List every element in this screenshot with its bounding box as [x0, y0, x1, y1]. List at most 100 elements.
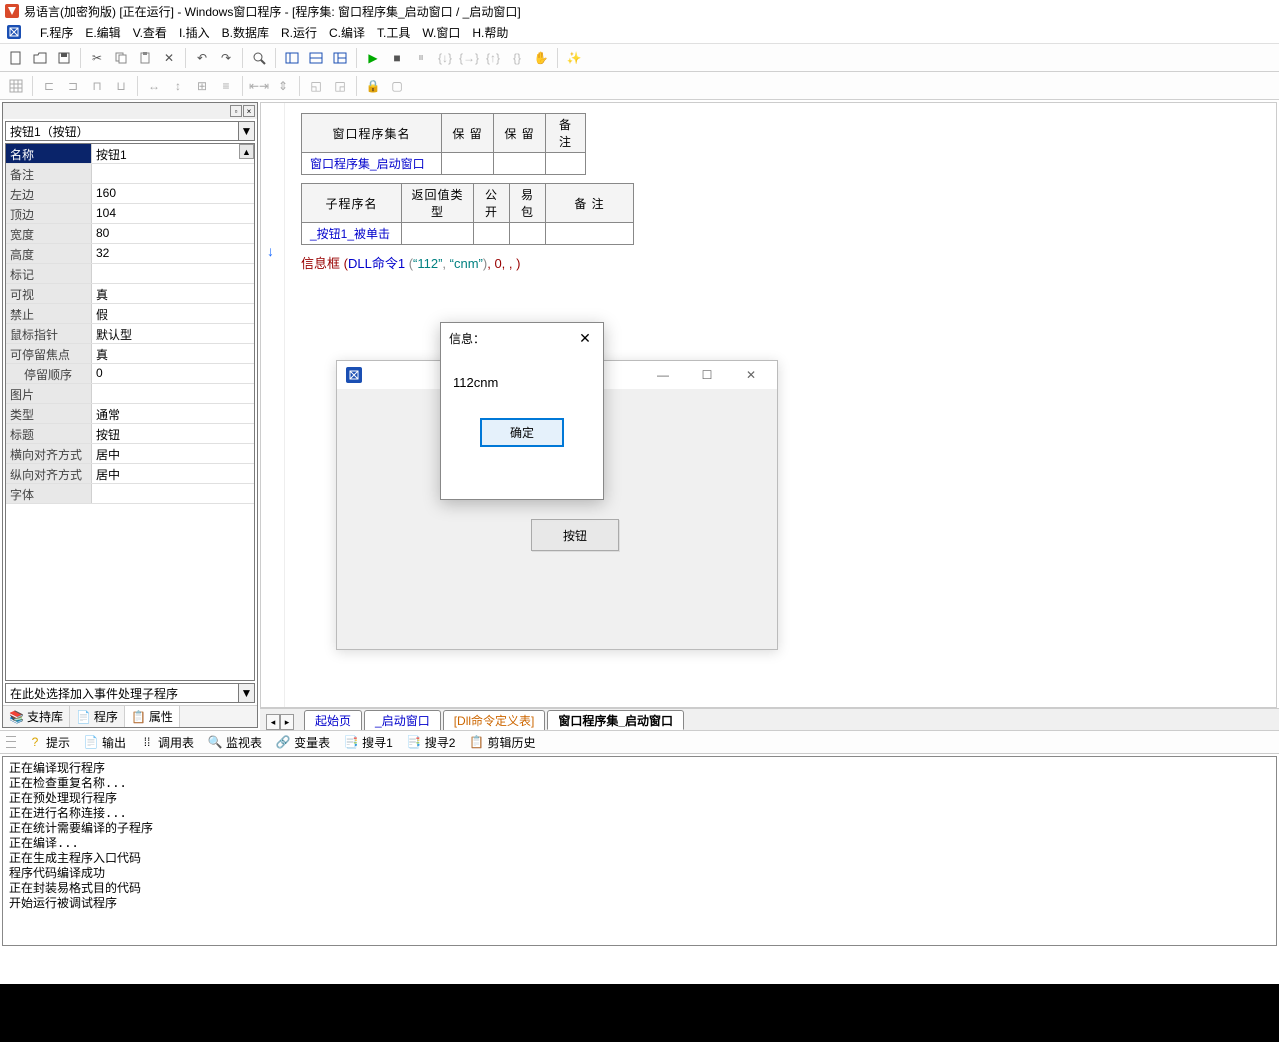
property-row[interactable]: 类型通常 [6, 404, 254, 424]
tb-layout1-icon[interactable] [281, 47, 303, 69]
tb-stepout-icon[interactable]: {↑} [482, 47, 504, 69]
table-row[interactable]: _按钮1_被单击 [302, 223, 634, 245]
tb-new-icon[interactable] [5, 47, 27, 69]
property-value[interactable] [92, 384, 254, 403]
menu-program[interactable]: F.程序 [34, 22, 79, 43]
tb-align-left-icon[interactable]: ⊏ [38, 75, 60, 97]
tb-runto-icon[interactable]: {} [506, 47, 528, 69]
property-value[interactable] [92, 264, 254, 283]
property-value[interactable]: 默认型 [92, 324, 254, 343]
property-value[interactable]: 按钮1 [92, 144, 254, 163]
property-value[interactable]: 按钮 [92, 424, 254, 443]
dialog-ok-button[interactable]: 确定 [480, 418, 564, 447]
btab-watch[interactable]: 🔍监视表 [202, 732, 268, 753]
menu-insert[interactable]: I.插入 [173, 22, 216, 43]
tab-dll-table[interactable]: [Dll命令定义表] [443, 710, 546, 730]
tb-save-icon[interactable] [53, 47, 75, 69]
btab-search2[interactable]: 📑搜寻2 [401, 732, 462, 753]
menu-compile[interactable]: C.编译 [323, 22, 371, 43]
property-value[interactable]: 通常 [92, 404, 254, 423]
property-row[interactable]: 禁止假 [6, 304, 254, 324]
property-value[interactable]: 32 [92, 244, 254, 263]
property-value[interactable] [92, 484, 254, 503]
maximize-icon[interactable]: ☐ [685, 363, 729, 387]
tb-layout3-icon[interactable] [329, 47, 351, 69]
property-row[interactable]: 高度32 [6, 244, 254, 264]
tb-open-icon[interactable] [29, 47, 51, 69]
tb-center-h-icon[interactable]: ≡ [215, 75, 237, 97]
property-value[interactable]: 居中 [92, 444, 254, 463]
property-value[interactable]: 假 [92, 304, 254, 323]
tb-align-right-icon[interactable]: ⊐ [62, 75, 84, 97]
property-row[interactable]: 鼠标指针默认型 [6, 324, 254, 344]
tab-prev-icon[interactable]: ◂ [266, 714, 280, 730]
menu-tool[interactable]: T.工具 [371, 22, 416, 43]
property-value[interactable]: 0 [92, 364, 254, 383]
property-row[interactable]: 顶边104 [6, 204, 254, 224]
tab-next-icon[interactable]: ▸ [280, 714, 294, 730]
tb-same-size-icon[interactable]: ⊞ [191, 75, 213, 97]
btab-calltable[interactable]: ⁞⁞调用表 [134, 732, 200, 753]
property-row[interactable]: 左边160 [6, 184, 254, 204]
tb-same-height-icon[interactable]: ↕ [167, 75, 189, 97]
property-row[interactable]: 可停留焦点真 [6, 344, 254, 364]
dropdown-arrow-icon[interactable]: ▼ [238, 122, 254, 140]
tb-align-top-icon[interactable]: ⊓ [86, 75, 108, 97]
tb-run-icon[interactable]: ▶ [362, 47, 384, 69]
menu-window[interactable]: W.窗口 [416, 22, 466, 43]
run-window-button[interactable]: 按钮 [531, 519, 619, 551]
btab-tip[interactable]: ?提示 [22, 732, 76, 753]
tab-progset[interactable]: 窗口程序集_启动窗口 [547, 710, 684, 730]
dialog-titlebar[interactable]: 信息： ✕ [441, 323, 603, 353]
tb-stepover-icon[interactable]: {→} [458, 47, 480, 69]
property-row[interactable]: 停留顺序0 [6, 364, 254, 384]
tb-copy-icon[interactable] [110, 47, 132, 69]
tb-stepinto-icon[interactable]: {↓} [434, 47, 456, 69]
property-value[interactable]: 真 [92, 284, 254, 303]
tb-stop-icon[interactable]: ■ [386, 47, 408, 69]
event-selector[interactable]: 在此处选择加入事件处理子程序 ▼ [5, 683, 255, 703]
panel-close-icon[interactable]: × [243, 105, 255, 117]
tb-same-width-icon[interactable]: ↔ [143, 75, 165, 97]
tb-hand-icon[interactable]: ✋ [530, 47, 552, 69]
tb-cut-icon[interactable]: ✂ [86, 47, 108, 69]
menu-help[interactable]: H.帮助 [466, 22, 514, 43]
property-value[interactable]: 居中 [92, 464, 254, 483]
minimize-icon[interactable]: — [641, 363, 685, 387]
property-value[interactable]: 104 [92, 204, 254, 223]
tb-pause-icon[interactable]: ⏸ [410, 47, 432, 69]
tab-program[interactable]: 📄 程序 [70, 706, 125, 727]
dialog-close-icon[interactable]: ✕ [575, 328, 595, 348]
property-row[interactable]: 图片 [6, 384, 254, 404]
tb-bring-front-icon[interactable]: ◱ [305, 75, 327, 97]
close-icon[interactable]: ✕ [729, 363, 773, 387]
fold-arrow-icon[interactable]: ↓ [267, 243, 274, 259]
property-row[interactable]: 纵向对齐方式居中 [6, 464, 254, 484]
property-row[interactable]: 可视真 [6, 284, 254, 304]
tb-redo-icon[interactable]: ↷ [215, 47, 237, 69]
tb-test-icon[interactable]: ▢ [386, 75, 408, 97]
tb-find-icon[interactable] [248, 47, 270, 69]
property-row[interactable]: 标记 [6, 264, 254, 284]
tb-grid-icon[interactable] [5, 75, 27, 97]
tb-send-back-icon[interactable]: ◲ [329, 75, 351, 97]
btab-clip[interactable]: 📋剪辑历史 [463, 732, 541, 753]
tb-align-bottom-icon[interactable]: ⊔ [110, 75, 132, 97]
btab-vartable[interactable]: 🔗变量表 [270, 732, 336, 753]
tb-undo-icon[interactable]: ↶ [191, 47, 213, 69]
code-line[interactable]: 信息框 (DLL命令1 (“112”, “cnm”), 0, , ) [301, 253, 1264, 272]
tab-start-window[interactable]: _启动窗口 [364, 710, 441, 730]
table-row[interactable]: 窗口程序集_启动窗口 [302, 153, 586, 175]
tb-space-v-icon[interactable]: ⇕ [272, 75, 294, 97]
property-row[interactable]: 横向对齐方式居中 [6, 444, 254, 464]
menu-database[interactable]: B.数据库 [216, 22, 275, 43]
property-row[interactable]: 标题按钮 [6, 424, 254, 444]
property-row[interactable]: 备注 [6, 164, 254, 184]
property-value[interactable]: 160 [92, 184, 254, 203]
property-value[interactable] [92, 164, 254, 183]
tab-start-page[interactable]: 起始页 [304, 710, 362, 730]
tab-property[interactable]: 📋 属性 [125, 706, 180, 727]
btab-search1[interactable]: 📑搜寻1 [338, 732, 399, 753]
property-grid[interactable]: ▲ 名称按钮1备注左边160顶边104宽度80高度32标记可视真禁止假鼠标指针默… [5, 143, 255, 681]
output-panel[interactable]: 正在编译现行程序正在检查重复名称...正在预处理现行程序正在进行名称连接...正… [2, 756, 1277, 946]
